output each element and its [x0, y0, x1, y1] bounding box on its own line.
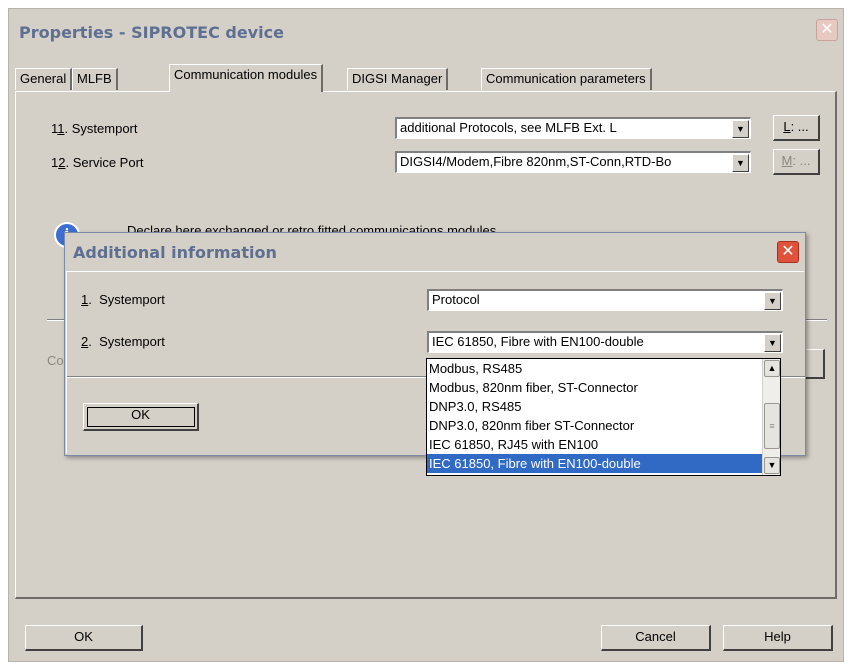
chevron-down-icon[interactable]: ▼ — [732, 120, 749, 138]
dialog-title: Additional information — [73, 243, 277, 262]
chevron-down-icon[interactable]: ▼ — [764, 334, 781, 352]
dialog-ok-button[interactable]: OK — [83, 403, 199, 431]
dialog-row-2-label: 2. Systemport — [81, 334, 165, 349]
dialog-row-1-label: 1. Systemport — [81, 292, 165, 307]
port-12-label: 12. Service Port — [51, 155, 144, 170]
list-item[interactable]: DNP3.0, 820nm fiber ST-Connector — [427, 416, 780, 435]
list-item-selected[interactable]: IEC 61850, Fibre with EN100-double — [427, 454, 780, 473]
chevron-up-icon[interactable]: ▲ — [764, 360, 780, 377]
ok-button[interactable]: OK — [25, 625, 143, 651]
tab-mlfb[interactable]: MLFB — [72, 68, 118, 90]
dialog-systemport-2-value: IEC 61850, Fibre with EN100-double — [432, 334, 644, 349]
chevron-down-icon[interactable]: ▼ — [764, 457, 780, 474]
dialog-systemport-1-select[interactable]: Protocol ▼ — [427, 289, 783, 311]
service-port-select[interactable]: DIGSI4/Modem,Fibre 820nm,ST-Conn,RTD-Bo … — [395, 151, 751, 173]
chevron-down-icon[interactable]: ▼ — [764, 292, 781, 310]
window-title: Properties - SIPROTEC device — [19, 23, 284, 42]
list-item[interactable]: IEC 61850, RJ45 with EN100 — [427, 435, 780, 454]
close-icon[interactable]: ✕ — [777, 241, 799, 263]
port-11-number: 11. — [51, 121, 69, 136]
help-button[interactable]: Help — [723, 625, 833, 651]
tab-communication-parameters[interactable]: Communication parameters — [481, 68, 652, 90]
scrollbar-thumb[interactable]: ≡ — [764, 403, 780, 449]
partial-button[interactable] — [805, 349, 825, 379]
systemport-value: additional Protocols, see MLFB Ext. L — [400, 120, 617, 135]
port-11-label: 11. Systemport — [51, 121, 138, 136]
chevron-down-icon[interactable]: ▼ — [732, 154, 749, 172]
dialog-title-bar[interactable]: Additional information ✕ — [65, 233, 805, 271]
tab-digsi-manager[interactable]: DIGSI Manager — [347, 68, 449, 90]
service-port-value: DIGSI4/Modem,Fibre 820nm,ST-Conn,RTD-Bo — [400, 154, 672, 169]
list-item[interactable]: Modbus, 820nm fiber, ST-Connector — [427, 378, 780, 397]
dialog-systemport-2-select[interactable]: IEC 61850, Fibre with EN100-double ▼ — [427, 331, 783, 353]
list-item[interactable]: Modbus, RS485 — [427, 359, 780, 378]
l-button[interactable]: L: ... — [773, 115, 820, 141]
port-12-number: 12. — [51, 155, 70, 170]
systemport-select[interactable]: additional Protocols, see MLFB Ext. L ▼ — [395, 117, 751, 139]
dialog-systemport-1-value: Protocol — [432, 292, 480, 307]
tab-general[interactable]: General — [15, 68, 73, 90]
dropdown-scrollbar[interactable]: ▲ ≡ ▼ — [762, 359, 780, 475]
close-icon[interactable]: ✕ — [816, 19, 838, 41]
port-12-name: Service Port — [72, 155, 144, 170]
list-item[interactable]: DNP3.0, RS485 — [427, 397, 780, 416]
tab-communication-modules[interactable]: Communication modules — [169, 64, 324, 92]
partial-label: Co — [47, 353, 64, 368]
port-11-name: Systemport — [71, 121, 138, 136]
m-button[interactable]: M: ... — [773, 149, 820, 175]
systemport-dropdown-list[interactable]: Modbus, RS485 Modbus, 820nm fiber, ST-Co… — [426, 358, 781, 476]
title-bar[interactable]: Properties - SIPROTEC device ✕ — [9, 9, 843, 57]
cancel-button[interactable]: Cancel — [601, 625, 711, 651]
